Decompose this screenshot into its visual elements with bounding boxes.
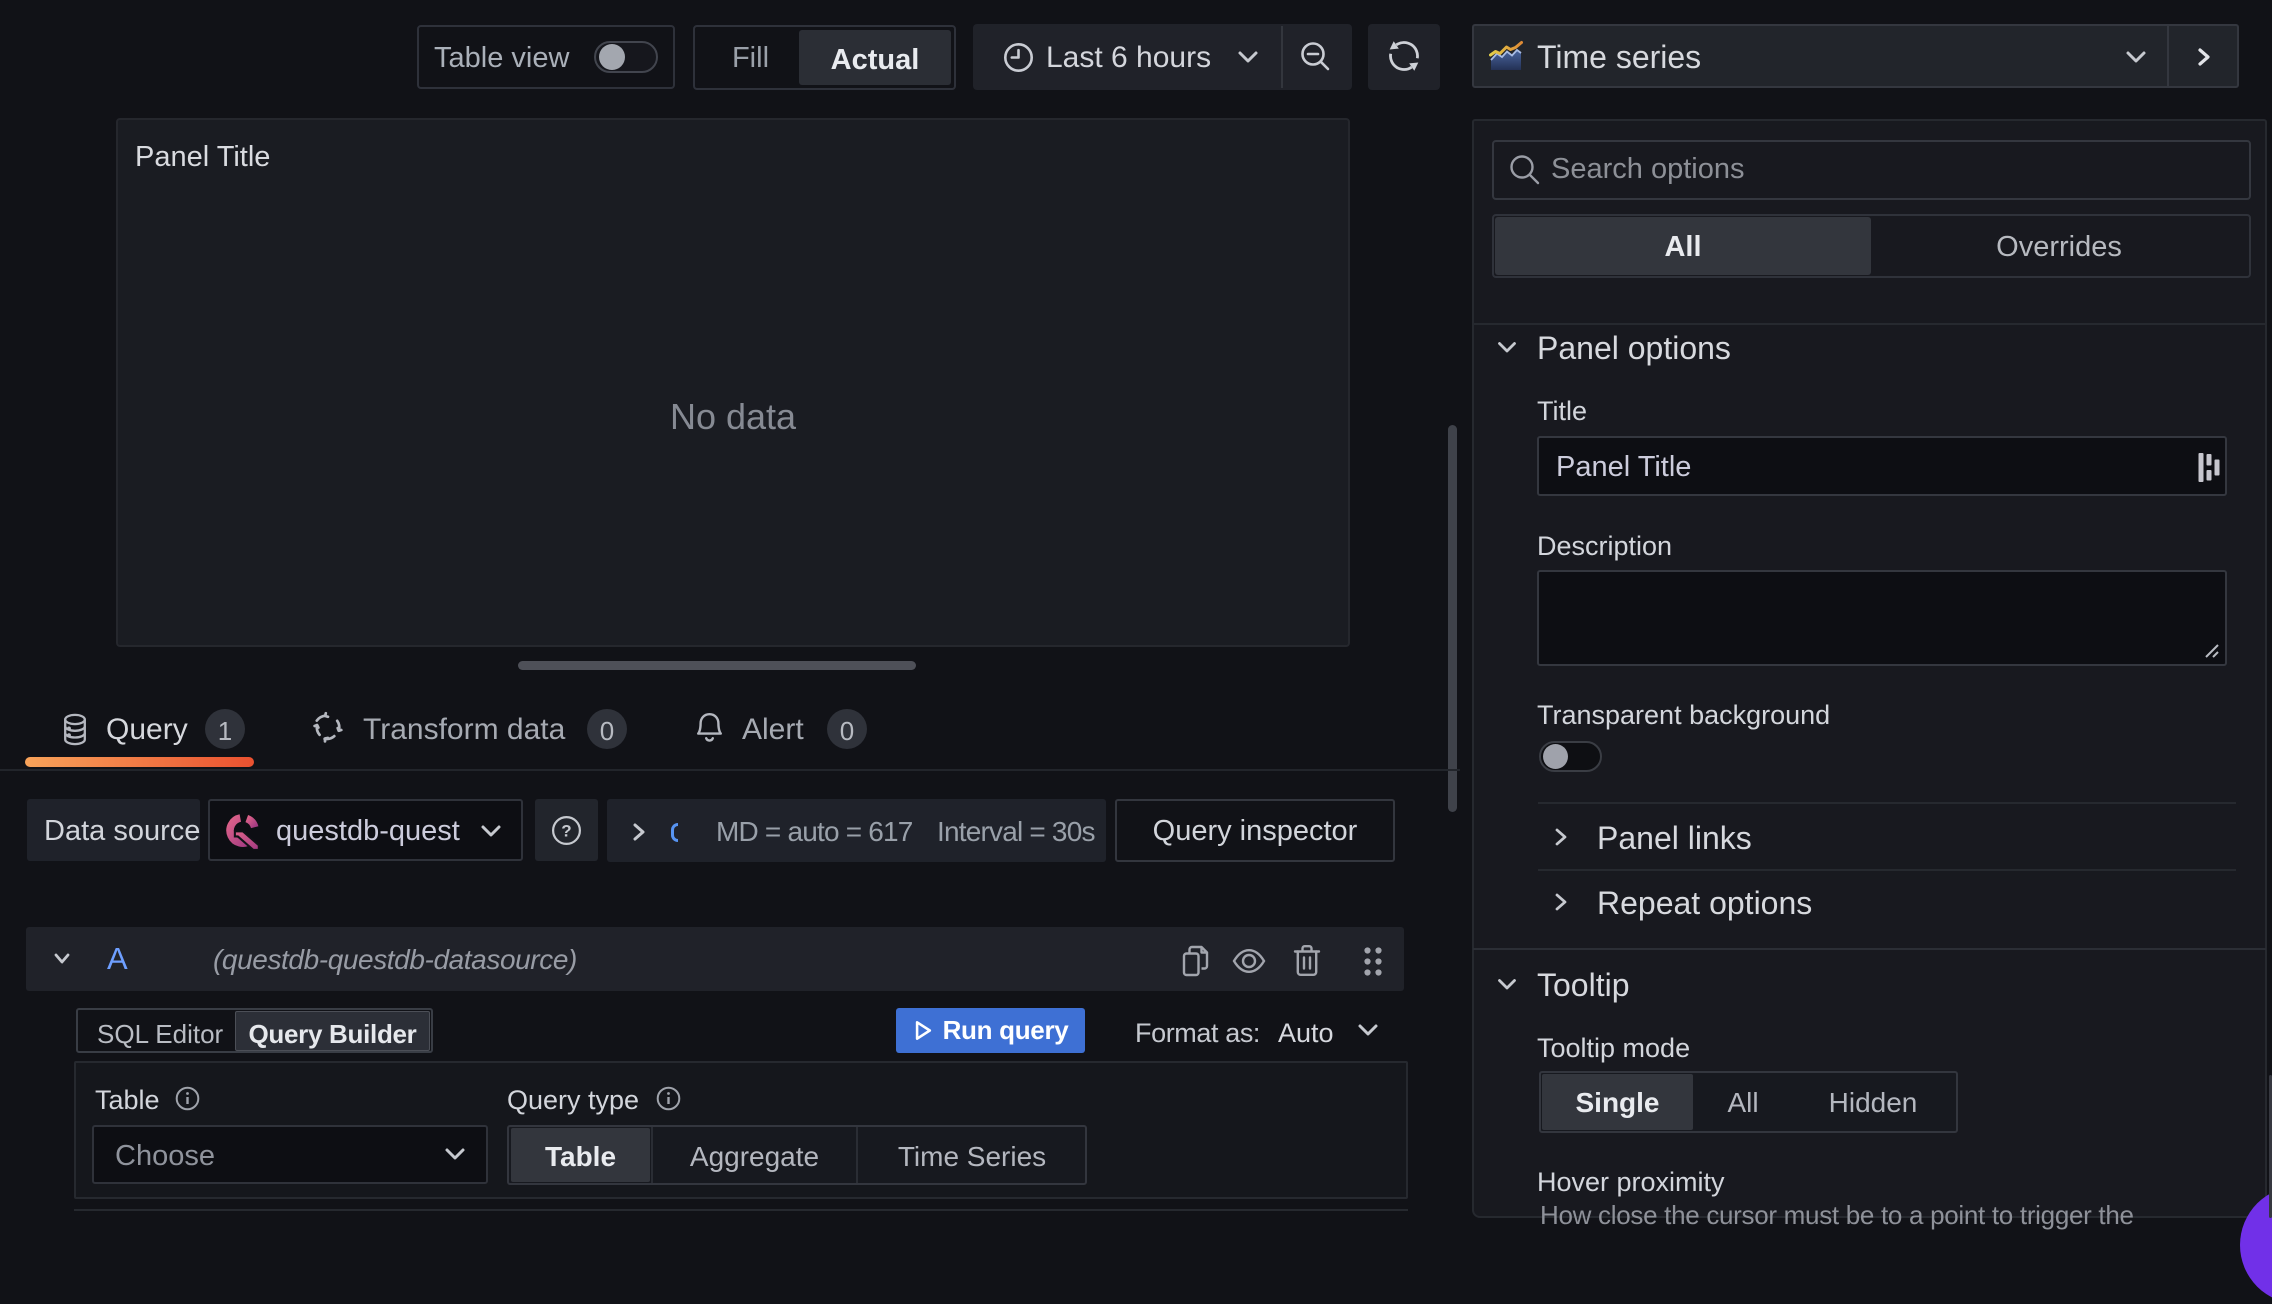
svg-text:?: ? (561, 822, 571, 841)
